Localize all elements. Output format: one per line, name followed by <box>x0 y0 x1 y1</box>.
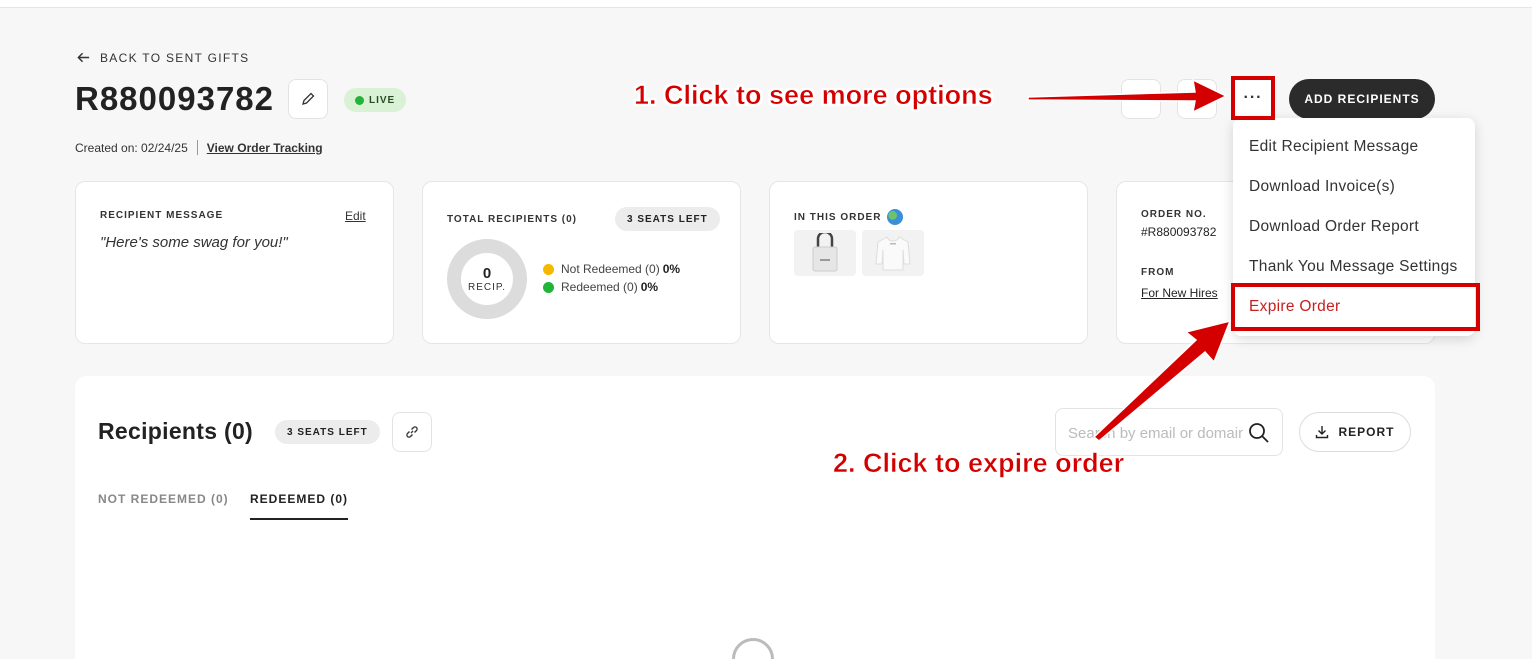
legend-pct: 0% <box>640 280 659 294</box>
from-link[interactable]: For New Hires <box>1141 286 1218 300</box>
page-title: R880093782 <box>75 80 275 117</box>
add-recipients-button[interactable]: ADD RECIPIENTS <box>1289 79 1435 119</box>
legend-pct: 0% <box>662 262 681 276</box>
product-thumbnail-bag[interactable] <box>794 230 856 276</box>
card-label-text: IN THIS ORDER <box>794 211 882 223</box>
top-bar <box>0 0 1532 8</box>
seats-left-badge: 3 SEATS LEFT <box>615 207 720 231</box>
in-this-order-card: IN THIS ORDER <box>769 181 1088 344</box>
seats-left-badge: 3 SEATS LEFT <box>275 420 380 444</box>
status-badge: LIVE <box>344 88 407 112</box>
edit-message-link[interactable]: Edit <box>345 209 366 223</box>
created-info: Created on: 02/24/25 View Order Tracking <box>75 140 323 155</box>
recipient-message-text: "Here's some swag for you!" <box>100 234 288 251</box>
search-input[interactable] <box>1068 422 1243 444</box>
created-date: Created on: 02/24/25 <box>75 140 188 155</box>
order-no-value: #R880093782 <box>1141 225 1217 239</box>
refresh-button[interactable] <box>1121 79 1161 119</box>
legend-label: Redeemed (0) <box>561 280 638 294</box>
back-to-sent-gifts-link[interactable]: BACK TO SENT GIFTS <box>76 50 249 65</box>
order-no-label: ORDER NO. <box>1141 209 1207 220</box>
loading-spinner-icon <box>732 638 774 659</box>
donut-value: 0 <box>482 265 492 282</box>
menu-item-thank-you-settings[interactable]: Thank You Message Settings <box>1249 258 1458 276</box>
tab-not-redeemed[interactable]: NOT REDEEMED (0) <box>98 492 229 506</box>
menu-item-download-order-report[interactable]: Download Order Report <box>1249 218 1419 236</box>
card-label: RECIPIENT MESSAGE <box>100 210 224 221</box>
green-dot-icon <box>543 281 554 293</box>
edit-title-button[interactable] <box>288 79 328 119</box>
status-label: LIVE <box>369 94 396 106</box>
card-label: IN THIS ORDER <box>794 209 904 225</box>
tote-bag-icon <box>812 233 838 272</box>
annotation-step-2: 2. Click to expire order <box>833 448 1125 479</box>
recipients-panel: Recipients (0) 3 SEATS LEFT REPORT NOT R… <box>75 376 1435 659</box>
globe-icon <box>887 209 904 225</box>
yellow-dot-icon <box>543 263 554 275</box>
recipients-title: Recipients (0) <box>98 418 254 444</box>
report-label: REPORT <box>1338 425 1395 439</box>
menu-item-edit-recipient-message[interactable]: Edit Recipient Message <box>1249 138 1418 156</box>
legend-label: Not Redeemed (0) <box>561 262 660 276</box>
arrow-left-icon <box>77 52 90 63</box>
back-label: BACK TO SENT GIFTS <box>100 50 250 65</box>
menu-item-download-invoices[interactable]: Download Invoice(s) <box>1249 178 1395 196</box>
tab-redeemed[interactable]: REDEEMED (0) <box>250 492 349 520</box>
from-label: FROM <box>1141 267 1175 278</box>
annotation-step-1: 1. Click to see more options <box>634 80 993 111</box>
view-order-tracking-link[interactable]: View Order Tracking <box>207 141 323 155</box>
recipients-donut: 0 RECIP. <box>447 239 527 319</box>
link-icon <box>406 426 418 438</box>
donut-caption: RECIP. <box>467 282 507 293</box>
card-label: TOTAL RECIPIENTS (0) <box>447 214 578 225</box>
recipient-message-card: RECIPIENT MESSAGE Edit "Here's some swag… <box>75 181 394 344</box>
live-dot-icon <box>355 95 364 105</box>
search-icon[interactable] <box>1248 422 1270 444</box>
legend-not-redeemed: Not Redeemed (0) 0% <box>543 262 680 276</box>
total-recipients-card: TOTAL RECIPIENTS (0) 3 SEATS LEFT 0 RECI… <box>422 181 741 344</box>
divider <box>196 140 198 155</box>
download-icon <box>1316 426 1329 439</box>
share-button[interactable] <box>1177 79 1217 119</box>
pencil-icon <box>302 92 315 105</box>
product-thumbnail-sweatshirt[interactable] <box>862 230 924 276</box>
legend-redeemed: Redeemed (0) 0% <box>543 280 658 294</box>
report-button[interactable]: REPORT <box>1299 412 1411 452</box>
sweatshirt-icon <box>875 236 911 271</box>
highlight-expire-order <box>1231 283 1480 331</box>
copy-link-button[interactable] <box>392 412 432 452</box>
highlight-more-options <box>1231 76 1275 120</box>
